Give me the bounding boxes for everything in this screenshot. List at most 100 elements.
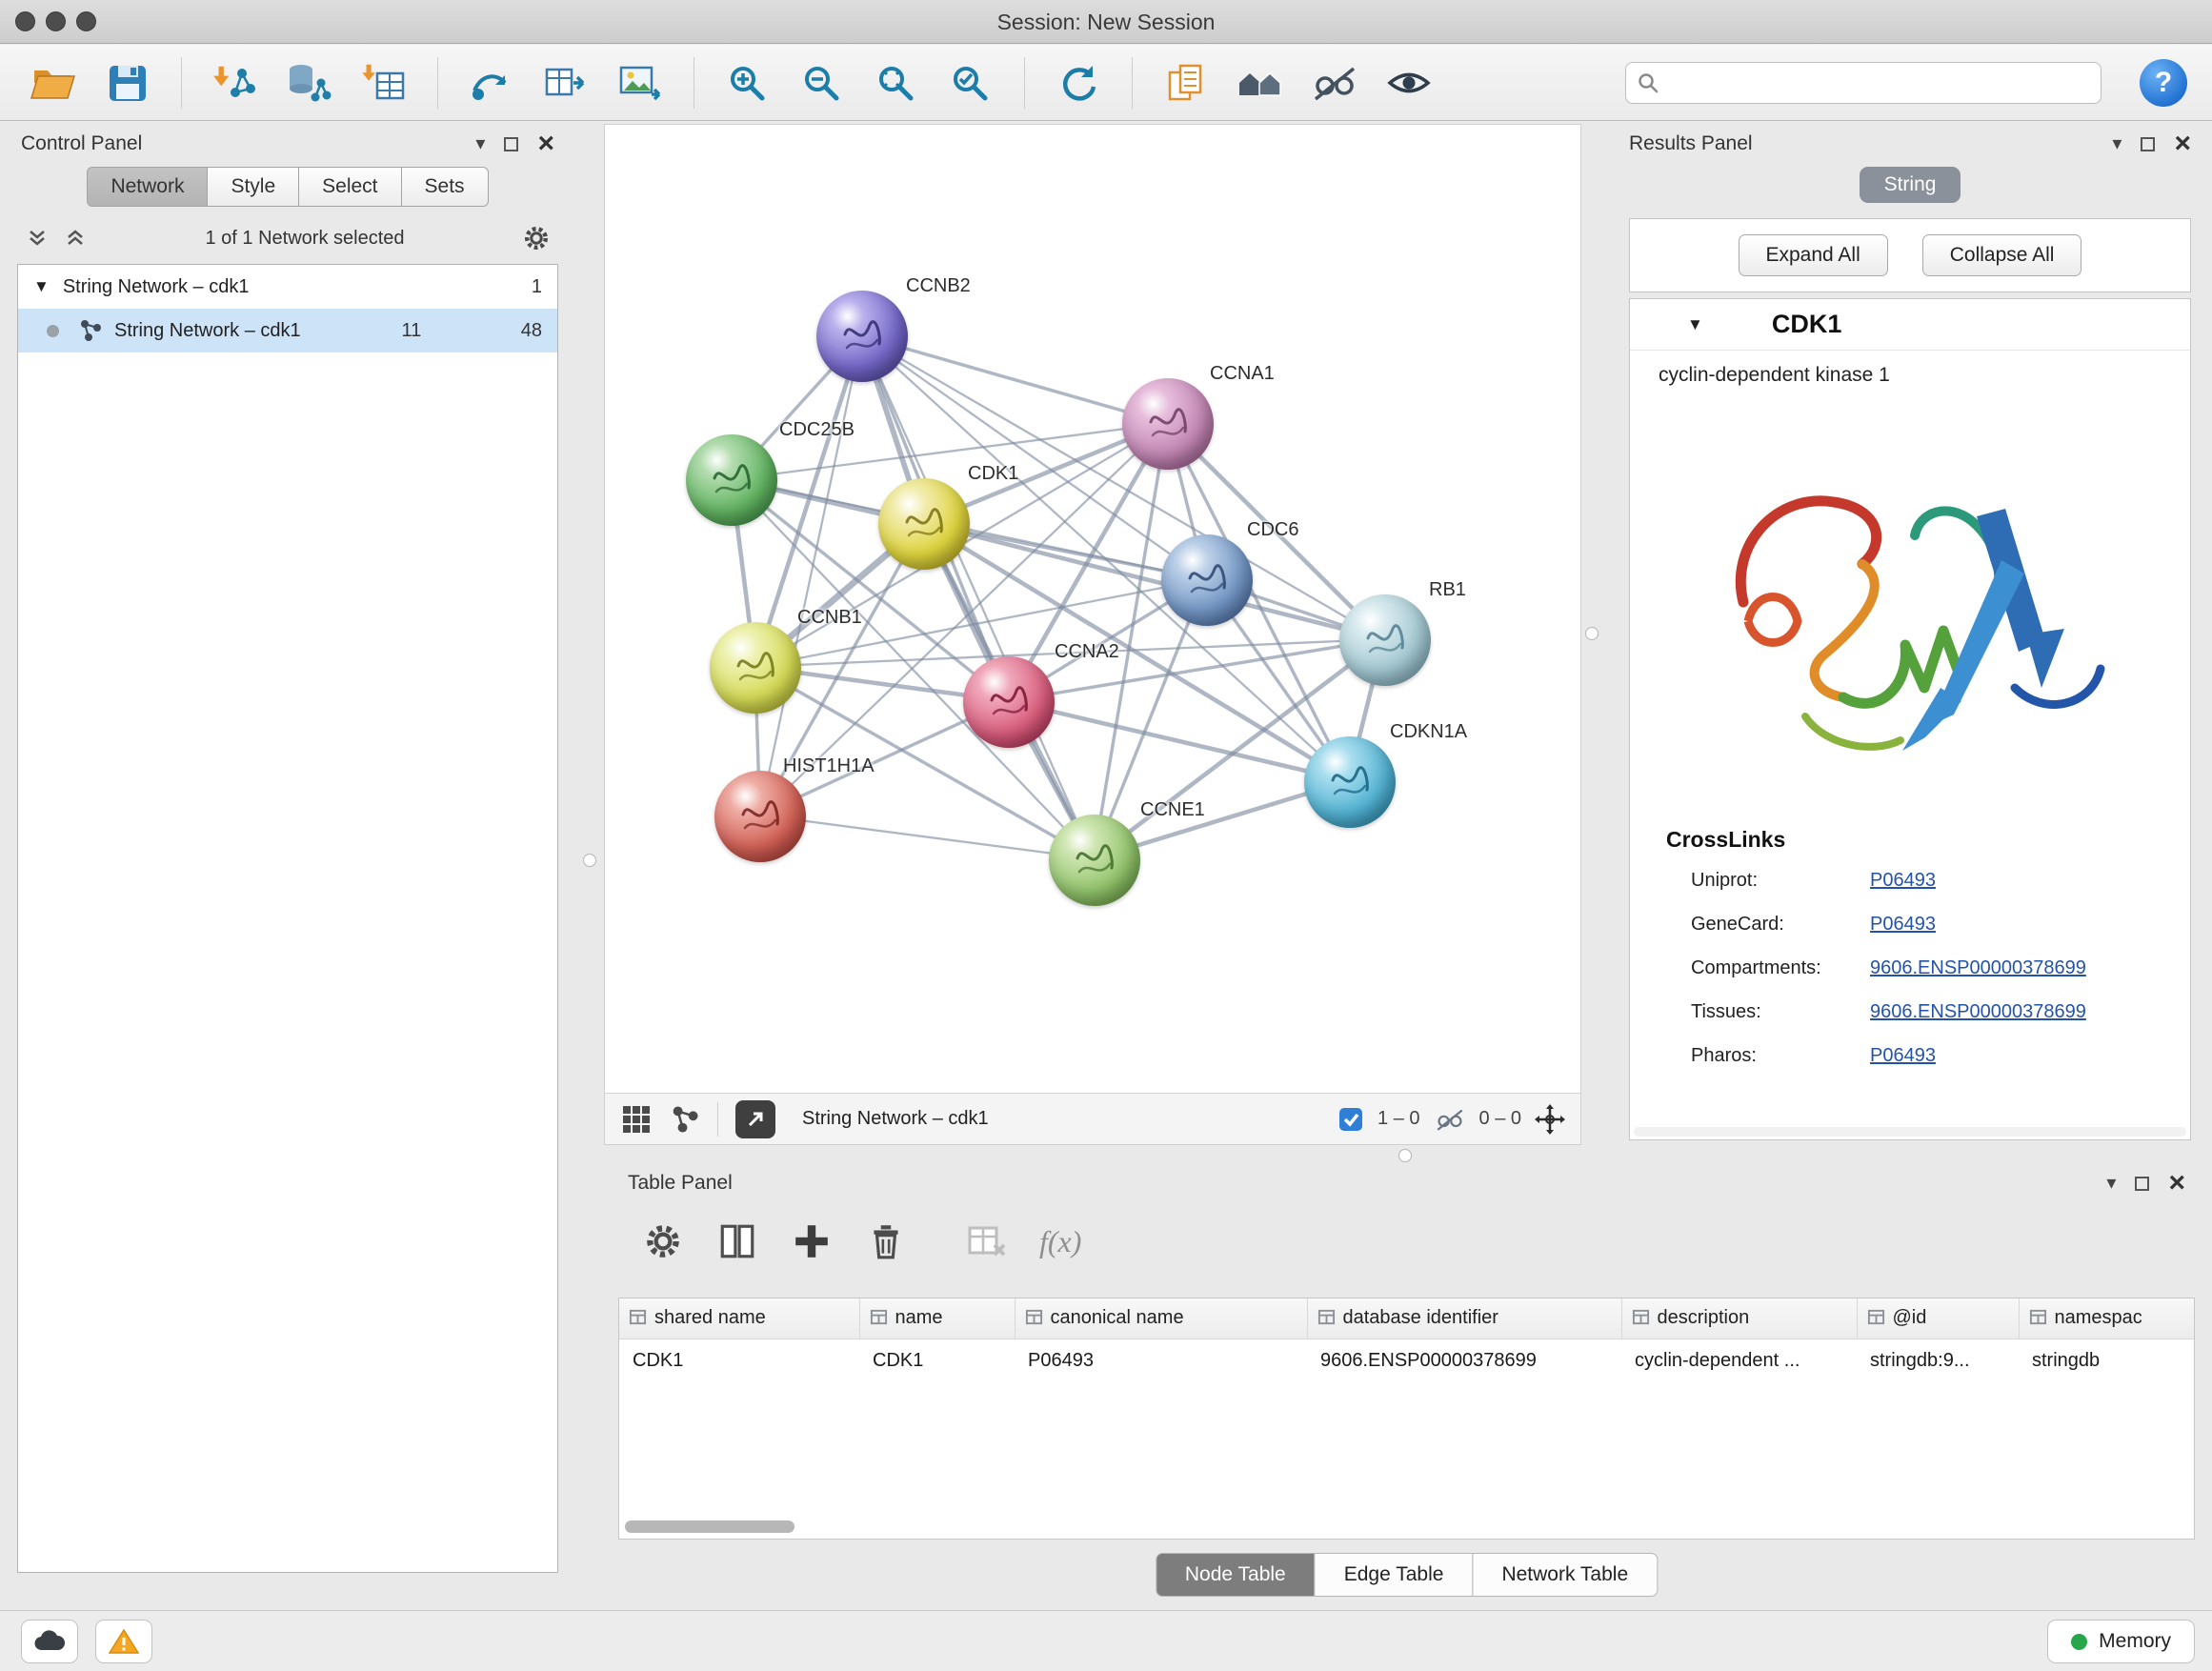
network-node-HIST1H1A[interactable] (714, 771, 806, 862)
delete-column-button[interactable] (864, 1219, 908, 1263)
table-cell[interactable]: P06493 (1015, 1339, 1307, 1382)
show-columns-button[interactable] (715, 1219, 759, 1263)
tab-edge-table[interactable]: Edge Table (1315, 1553, 1474, 1597)
float-panel-icon[interactable]: ▾ (2112, 134, 2122, 153)
zoom-selected-button[interactable] (942, 54, 999, 111)
share-network-icon[interactable] (670, 1104, 700, 1135)
help-button[interactable]: ? (2140, 59, 2187, 107)
function-builder-button[interactable]: f(x) (1039, 1219, 1081, 1263)
network-node-CDKN1A[interactable] (1304, 736, 1396, 828)
table-cell[interactable]: cyclin-dependent ... (1621, 1339, 1857, 1382)
expand-all-button[interactable]: Expand All (1739, 234, 1888, 276)
column-header-namespac[interactable]: namespac (2019, 1299, 2194, 1339)
network-node-RB1[interactable] (1339, 594, 1431, 686)
maximize-panel-icon[interactable] (2135, 1177, 2149, 1191)
panel-splitter-handle[interactable] (583, 854, 596, 867)
float-panel-icon[interactable]: ▾ (475, 134, 485, 153)
maximize-panel-icon[interactable] (504, 137, 518, 151)
network-edge-CCNB2-CCNA1[interactable] (861, 336, 1166, 424)
expand-all-chevron-icon[interactable] (63, 226, 88, 251)
zoom-in-button[interactable] (719, 54, 776, 111)
column-header-shared-name[interactable]: shared name (619, 1299, 859, 1339)
close-panel-icon[interactable]: × (2174, 132, 2191, 155)
network-edge-CCNB2-CCNE1[interactable] (861, 336, 1094, 859)
network-to-table-button[interactable] (537, 54, 594, 111)
column-header-canonical-name[interactable]: canonical name (1015, 1299, 1307, 1339)
disclosure-triangle-icon[interactable]: ▼ (1687, 315, 1703, 334)
tab-network-table[interactable]: Network Table (1472, 1553, 1658, 1597)
import-network-from-file-button[interactable] (207, 54, 264, 111)
gene-header[interactable]: ▼ CDK1 (1630, 299, 2190, 351)
close-panel-icon[interactable]: × (537, 132, 554, 155)
table-cell[interactable]: CDK1 (619, 1339, 859, 1382)
copy-document-button[interactable] (1157, 54, 1215, 111)
zoom-out-button[interactable] (794, 54, 851, 111)
cloud-status-button[interactable] (21, 1620, 78, 1663)
search-input[interactable] (1625, 62, 2101, 104)
collapse-all-button[interactable]: Collapse All (1922, 234, 2082, 276)
crosslink-link[interactable]: 9606.ENSP00000378699 (1870, 957, 2086, 979)
close-window-button[interactable] (15, 11, 35, 31)
selected-checkbox-icon[interactable] (1337, 1106, 1364, 1133)
panel-splitter-handle[interactable] (1398, 1149, 1412, 1162)
network-node-CCNA1[interactable] (1122, 378, 1214, 470)
grid-view-icon[interactable] (620, 1103, 653, 1136)
table-settings-button[interactable] (641, 1219, 685, 1263)
add-column-button[interactable] (790, 1219, 834, 1263)
network-edge-CCNE1-HIST1H1A[interactable] (760, 815, 1094, 859)
memory-button[interactable]: Memory (2047, 1620, 2195, 1663)
table-cell[interactable]: stringdb (2019, 1339, 2194, 1382)
gear-icon[interactable] (522, 224, 551, 252)
import-network-from-database-button[interactable] (281, 54, 338, 111)
minimize-window-button[interactable] (46, 11, 66, 31)
export-image-button[interactable] (612, 54, 669, 111)
scrollbar-thumb[interactable] (625, 1520, 794, 1533)
horizontal-scrollbar[interactable] (1634, 1127, 2186, 1137)
import-table-from-file-button[interactable] (355, 54, 412, 111)
panel-splitter-handle[interactable] (1585, 627, 1599, 640)
string-results-tab[interactable]: String (1860, 167, 1961, 203)
crosslink-link[interactable]: P06493 (1870, 870, 1936, 892)
apply-layout-button[interactable] (1050, 54, 1107, 111)
table-cell[interactable]: 9606.ENSP00000378699 (1307, 1339, 1621, 1382)
column-header-database-identifier[interactable]: database identifier (1307, 1299, 1621, 1339)
new-network-button[interactable] (463, 54, 520, 111)
zoom-fit-button[interactable] (868, 54, 925, 111)
pan-crosshair-icon[interactable] (1535, 1104, 1565, 1135)
birds-eye-view-button[interactable] (735, 1100, 775, 1138)
table-row[interactable]: CDK1CDK1P064939606.ENSP00000378699cyclin… (619, 1339, 2194, 1382)
tab-network[interactable]: Network (87, 167, 208, 207)
show-selection-button[interactable] (1380, 54, 1438, 111)
column-header--id[interactable]: @id (1857, 1299, 2019, 1339)
network-node-CDC25B[interactable] (686, 434, 777, 526)
tab-select[interactable]: Select (298, 167, 401, 207)
crosslink-link[interactable]: P06493 (1870, 1045, 1936, 1067)
warnings-button[interactable] (95, 1620, 152, 1663)
column-header-description[interactable]: description (1621, 1299, 1857, 1339)
network-node-CDK1[interactable] (878, 478, 970, 570)
network-item-row[interactable]: String Network – cdk1 11 48 (18, 309, 557, 352)
table-cell[interactable]: CDK1 (859, 1339, 1015, 1382)
table-cell[interactable]: stringdb:9... (1857, 1339, 2019, 1382)
network-node-CCNE1[interactable] (1049, 815, 1140, 906)
network-node-CCNB2[interactable] (816, 291, 908, 382)
network-edge-CCNA2-CDKN1A[interactable] (1008, 701, 1348, 781)
horizontal-scrollbar[interactable] (625, 1520, 2187, 1533)
column-header-name[interactable]: name (859, 1299, 1015, 1339)
network-node-CDC6[interactable] (1161, 534, 1253, 626)
network-node-CCNB1[interactable] (710, 622, 801, 714)
hide-selection-button[interactable] (1306, 54, 1363, 111)
maximize-panel-icon[interactable] (2141, 137, 2155, 151)
save-session-button[interactable] (99, 54, 156, 111)
crosslink-link[interactable]: P06493 (1870, 914, 1936, 936)
tab-style[interactable]: Style (207, 167, 299, 207)
delete-table-button[interactable] (965, 1219, 1009, 1263)
network-canvas[interactable]: CCNB2CCNA1CDC25BCDK1CDC6RB1CCNB1CCNA2CDK… (605, 125, 1580, 1093)
network-edge-CCNB2-HIST1H1A[interactable] (760, 336, 862, 815)
hidden-glasses-icon[interactable] (1434, 1106, 1466, 1133)
collapse-all-chevron-icon[interactable] (25, 226, 50, 251)
tab-node-table[interactable]: Node Table (1156, 1553, 1316, 1597)
float-panel-icon[interactable]: ▾ (2106, 1174, 2116, 1193)
network-node-CCNA2[interactable] (963, 656, 1055, 748)
network-collection-row[interactable]: ▼ String Network – cdk1 1 (18, 265, 557, 309)
